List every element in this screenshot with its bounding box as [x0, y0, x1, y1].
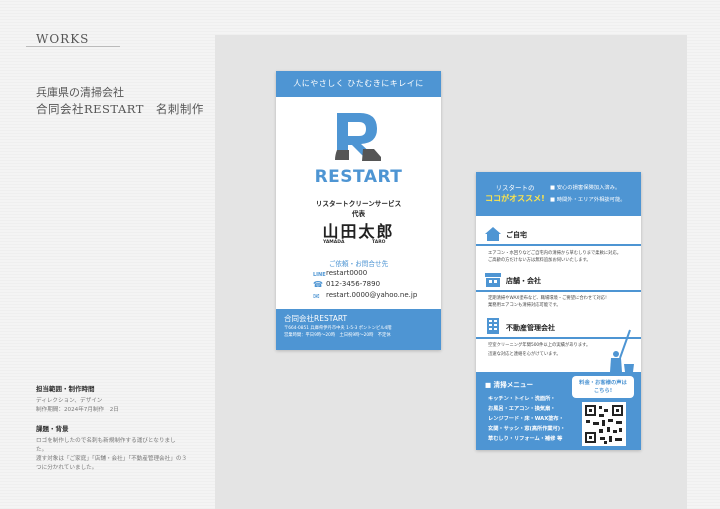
section-realestate-title: 不動産管理会社	[506, 324, 555, 332]
house-icon	[485, 227, 501, 241]
scope-heading: 担当範囲・制作時間	[36, 385, 95, 393]
job-role: 代表	[351, 210, 366, 218]
section-label: WORKS	[36, 32, 90, 46]
cleaner-icon	[610, 329, 634, 372]
section-home-line: ご高齢の方だけない方は無料追加お伺いいたします。	[488, 258, 591, 263]
brand-wordmark: RESTART	[314, 167, 403, 187]
issue-line: た。	[36, 447, 48, 453]
service-name: リスタートクリーンサービス	[315, 200, 402, 208]
issue-line: つに分かれていました。	[36, 465, 98, 471]
business-card-front: 人にやさしく ひたむきにキレイに RESTART リスタートクリーンサービス 代…	[276, 71, 441, 350]
store-icon	[485, 273, 501, 287]
client-name: 兵庫県の清掃会社	[36, 86, 124, 99]
project-title: 合同会社RESTART 名刺制作	[36, 102, 204, 116]
scope-text: ディレクション、デザイン	[36, 398, 103, 404]
line-id: restart0000	[326, 269, 368, 277]
person-name: 山田太郎	[322, 222, 395, 241]
section-rule	[476, 290, 641, 292]
menu-item: キッチン・トイレ・洗面所・	[488, 396, 556, 402]
menu-heading: ■ 清掃メニュー	[485, 381, 534, 389]
back-footer: ■ 清掃メニュー キッチン・トイレ・洗面所・ お風呂・エアコン・換気扇・ レンジ…	[476, 372, 641, 450]
business-hours: 営業時間：平日9時〜20時 土日祝9時〜20時 不定休	[284, 333, 391, 338]
restart-logo-icon	[335, 113, 381, 161]
headline-line2: ココがオススメ!	[485, 194, 545, 203]
mail-icon: ✉	[313, 292, 320, 301]
email-address: restart.0000@yahoo.ne.jp	[326, 291, 418, 299]
issue-line: ロゴを制作したので名刺も新規制作する運びとなりまし	[36, 438, 176, 444]
qr-callout: 料金・お客様の声は こちら!	[572, 376, 634, 398]
business-card-back: リスタートの ココがオススメ! ■ 安心の損害保険加入済み。 ■ 時間外・エリア…	[476, 172, 641, 450]
contact-heading: ご依頼・お問合せ先	[328, 260, 389, 268]
company-name: 合同会社RESTART	[284, 314, 348, 323]
qr-code-icon	[582, 402, 626, 446]
menu-item: レンジフード・床・WAX塗布・	[488, 416, 564, 422]
qr-callout-line2: こちら!	[593, 388, 613, 394]
section-realestate-line: 迅速な対応と連絡を心がけています。	[488, 352, 561, 357]
section-realestate-line: 空室クリーニング年間500件以上の実績があります。	[488, 343, 591, 348]
selling-point: ■ 安心の損害保険加入済み。	[550, 185, 621, 191]
section-divider	[26, 46, 120, 47]
phone-number: 012-3456-7890	[326, 280, 381, 288]
romaji-family: YAMADA	[323, 240, 345, 245]
section-home-title: ご自宅	[506, 231, 527, 239]
building-icon	[487, 318, 499, 334]
phone-icon: ☎	[313, 280, 323, 289]
company-address: 〒664-0851 兵庫県伊丹市中央 1-5-3 ポントンビル4階	[284, 326, 392, 331]
line-icon: LINE	[313, 272, 326, 278]
headline-line1: リスタートの	[495, 184, 535, 192]
section-store-line: 定期清掃やWAX塗布など、職場環境・ご要望に合わせて対応!	[488, 296, 607, 301]
section-store-title: 店舗・会社	[506, 277, 541, 285]
menu-item: 草むしり・リフォーム・補修 等	[488, 436, 563, 442]
back-header: リスタートの ココがオススメ! ■ 安心の損害保険加入済み。 ■ 時間外・エリア…	[476, 172, 641, 216]
section-store-line: 業務用エアコンも清掃対応可能です。	[488, 303, 561, 308]
menu-item: お風呂・エアコン・換気扇・	[488, 406, 556, 412]
issue-heading: 課題・背景	[36, 425, 69, 433]
front-footer: 合同会社RESTART 〒664-0851 兵庫県伊丹市中央 1-5-3 ポント…	[276, 309, 441, 350]
section-rule	[476, 244, 641, 246]
romaji-given: TARO	[372, 240, 386, 245]
time-text: 制作期間：2024年7月制作 2日	[36, 407, 119, 413]
selling-point: ■ 時間外・エリア外相談可能。	[550, 197, 626, 203]
issue-line: 渡す対象は「ご家庭」「店舗・会社」「不動産管理会社」の３	[36, 456, 188, 462]
menu-item: 玄関・サッシ・窓(高所作業可)・	[488, 426, 566, 432]
section-home-line: エアコン・水回りなどご自宅内の清掃から草むしりまで柔軟に対応。	[488, 251, 622, 256]
qr-callout-line1: 料金・お客様の声は	[579, 380, 627, 386]
front-tagline: 人にやさしく ひたむきにキレイに	[276, 71, 441, 97]
